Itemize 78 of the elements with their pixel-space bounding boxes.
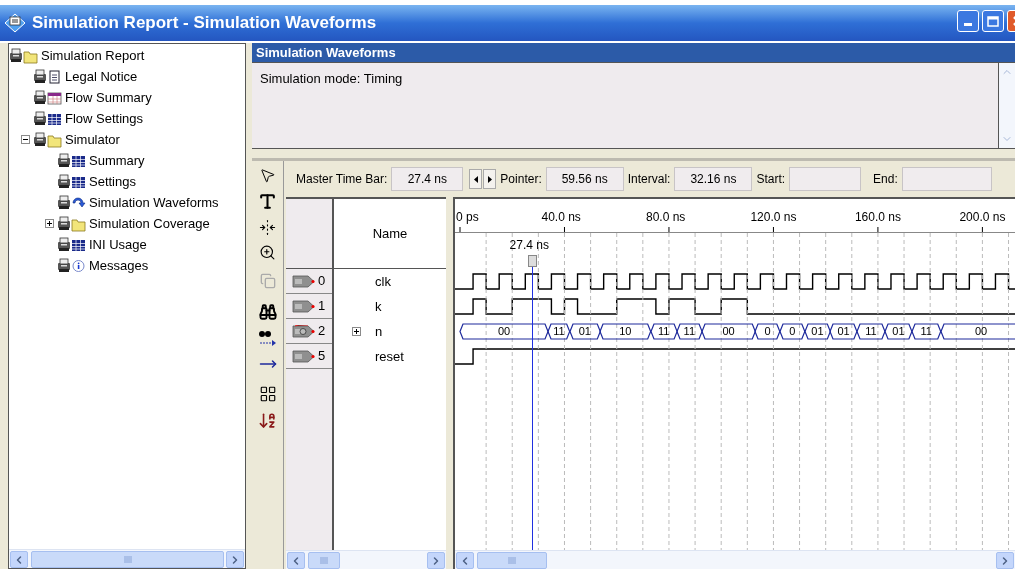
tree-item[interactable]: Legal Notice [65,68,138,85]
horizontal-scrollbar[interactable] [286,550,446,569]
cursor-time-label: 27.4 ns [509,237,549,254]
field-label: End: [873,171,898,188]
collapse-icon[interactable] [20,135,30,144]
tree-item[interactable]: Flow Summary [65,89,152,106]
printer-report-icon [57,194,86,211]
field-label: Interval: [627,171,671,188]
signal-name[interactable]: clk [375,271,391,292]
pointer-tool-icon[interactable] [259,167,276,184]
left-triangle-icon [473,175,478,183]
tree-item[interactable]: Settings [89,173,136,190]
printer-report-icon [57,152,86,169]
grip-icon [320,557,328,564]
end-field[interactable] [901,167,992,191]
field-label: Master Time Bar: [296,171,388,188]
printer-report-icon [33,89,62,106]
time-label: 80.0 ns [645,209,686,226]
pointer-field[interactable]: 59.56 ns [545,167,624,191]
window-title: Simulation Report - Simulation Waveforms [32,12,377,35]
start-field[interactable] [789,167,862,191]
time-label: 0 ps [456,209,479,226]
printer-report-icon [33,110,62,127]
tree-item[interactable]: Summary [89,152,145,169]
tree-item[interactable]: Flow Settings [65,110,144,127]
expand-icon[interactable] [44,219,54,228]
time-label: 40.0 ns [541,209,581,226]
find-icon[interactable] [258,303,277,321]
input-pin-icon [292,299,316,313]
signal-name[interactable]: k [375,296,382,317]
signal-name[interactable]: n [375,321,383,342]
input-pin-icon [292,349,316,363]
zoom-tool-icon[interactable] [259,244,276,261]
grid-select-icon[interactable] [258,385,277,403]
maximize-button[interactable] [982,10,1004,32]
printer-report-icon [57,173,86,190]
field-label: Pointer: [500,171,542,188]
field-label: Start: [756,171,786,188]
signal-name[interactable]: reset [375,346,404,367]
mode-text: Simulation mode: Timing [260,71,403,86]
printer-folder-icon [33,131,62,148]
master-time-field[interactable]: 27.4 ns [391,167,464,191]
text-tool-icon[interactable] [258,192,277,211]
printer-report-icon [57,257,86,274]
panel-header: Simulation Waveforms [252,43,1015,62]
printer-report-icon [57,236,86,253]
minimize-button[interactable] [957,10,979,32]
column-header: Name [372,224,408,243]
expand-icon[interactable] [352,327,361,336]
bus-segment: 00 [940,319,1015,344]
tree-item[interactable]: INI Usage [89,236,147,253]
input-pin-icon [292,274,316,288]
time-label: 160.0 ns [854,209,901,226]
right-triangle-icon [487,175,492,183]
fit-tool-icon[interactable] [259,219,276,236]
time-label: 200.0 ns [959,209,1006,226]
tree-item[interactable]: Messages [89,257,149,274]
grip-icon [508,557,516,564]
printer-report-icon [33,68,62,85]
minimize-icon [964,23,972,26]
find-next-icon[interactable] [257,329,278,347]
printer-folder-icon [57,215,86,232]
sort-icon[interactable] [258,411,277,430]
previous-button[interactable] [469,169,483,189]
tree-item[interactable]: Simulation Waveforms [89,194,219,211]
interval-field[interactable]: 32.16 ns [674,167,753,191]
horizontal-scrollbar[interactable] [455,550,1015,569]
horizontal-scrollbar[interactable] [9,549,245,568]
tree-item[interactable]: Simulation Coverage [89,215,210,232]
bus-pin-icon [292,324,316,338]
time-cursor[interactable] [527,255,537,550]
tree-item[interactable]: Simulation Report [41,47,145,64]
tree-item[interactable]: Simulator [65,131,120,148]
time-label: 120.0 ns [750,209,797,226]
grip-icon [123,556,132,563]
app-icon [4,13,26,33]
maximize-icon [987,15,999,27]
next-button[interactable] [483,169,497,189]
